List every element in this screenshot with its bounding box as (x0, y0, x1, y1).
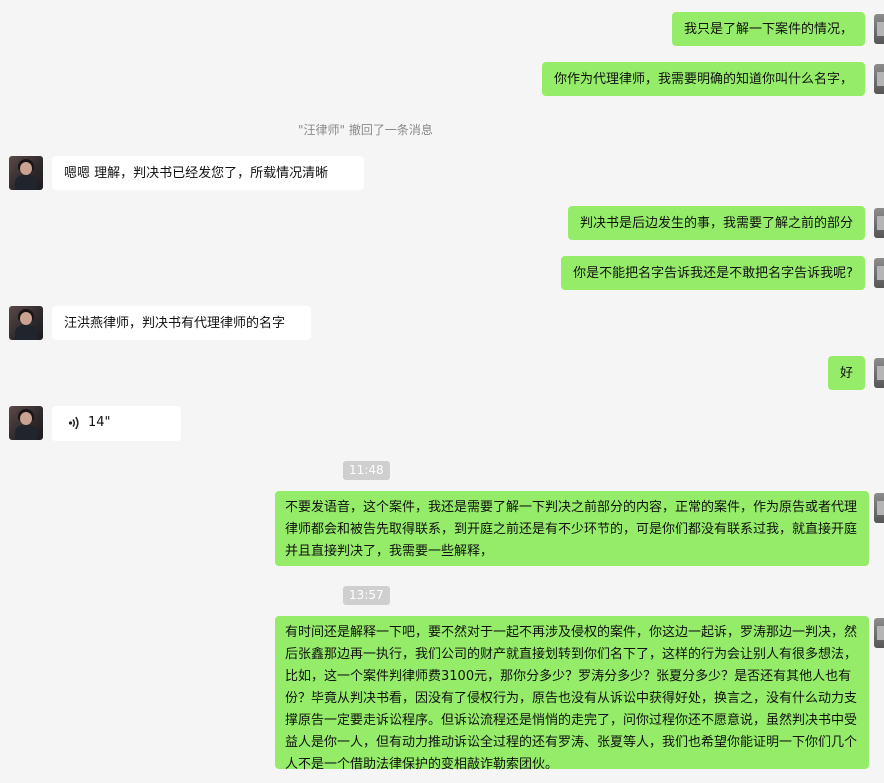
contact-avatar[interactable] (9, 406, 43, 440)
message-text: 我只是了解一下案件的情况， (683, 22, 853, 37)
message-text: 汪洪燕律师，判决书有代理律师的名字 (64, 316, 286, 331)
message-bubble-outgoing[interactable]: 不要发语音，这个案件，我还是需要了解一下判决之前部分的内容，正常的案件，作为原告… (275, 491, 869, 566)
message-text: 判决书是后边发生的事，我需要了解之前的部分 (579, 216, 853, 231)
my-avatar[interactable] (874, 208, 884, 238)
voice-message[interactable]: 14" (52, 406, 181, 441)
my-avatar[interactable] (874, 14, 884, 44)
message-bubble-outgoing[interactable]: 你是不能把名字告诉我还是不敢把名字告诉我呢? (561, 256, 865, 290)
voice-duration: 14" (88, 415, 111, 430)
message-bubble-outgoing[interactable]: 好 (827, 356, 865, 390)
my-avatar[interactable] (874, 258, 884, 288)
recall-notice: "汪律师" 撤回了一条消息 (298, 123, 433, 137)
timestamp: 11:48 (343, 461, 390, 480)
contact-avatar[interactable] (9, 156, 43, 190)
message-text: 不要发语音，这个案件，我还是需要了解一下判决之前部分的内容，正常的案件，作为原告… (285, 500, 858, 559)
my-avatar[interactable] (874, 64, 884, 94)
message-text: 有时间还是解释一下吧，要不然对于一起不再涉及侵权的案件，你这边一起诉，罗涛那边一… (285, 625, 858, 772)
message-text: 好 (839, 366, 853, 381)
message-bubble-outgoing[interactable]: 判决书是后边发生的事，我需要了解之前的部分 (567, 206, 865, 240)
message-bubble-outgoing[interactable]: 我只是了解一下案件的情况， (671, 12, 865, 46)
timestamp: 13:57 (343, 586, 390, 605)
message-text: 嗯嗯 理解，判决书已经发您了，所载情况清晰 (64, 166, 329, 181)
contact-avatar[interactable] (9, 306, 43, 340)
voice-wave-icon (68, 416, 79, 430)
my-avatar[interactable] (874, 358, 884, 388)
my-avatar[interactable] (874, 618, 884, 648)
my-avatar[interactable] (874, 493, 884, 523)
message-bubble-outgoing[interactable]: 你作为代理律师，我需要明确的知道你叫什么名字， (541, 62, 865, 96)
message-text: 你作为代理律师，我需要明确的知道你叫什么名字， (553, 72, 853, 87)
message-text: 你是不能把名字告诉我还是不敢把名字告诉我呢? (573, 266, 853, 281)
message-bubble-outgoing[interactable]: 有时间还是解释一下吧，要不然对于一起不再涉及侵权的案件，你这边一起诉，罗涛那边一… (275, 616, 869, 772)
message-bubble-incoming[interactable]: 嗯嗯 理解，判决书已经发您了，所载情况清晰 (52, 156, 364, 190)
message-bubble-incoming[interactable]: 汪洪燕律师，判决书有代理律师的名字 (52, 306, 311, 340)
